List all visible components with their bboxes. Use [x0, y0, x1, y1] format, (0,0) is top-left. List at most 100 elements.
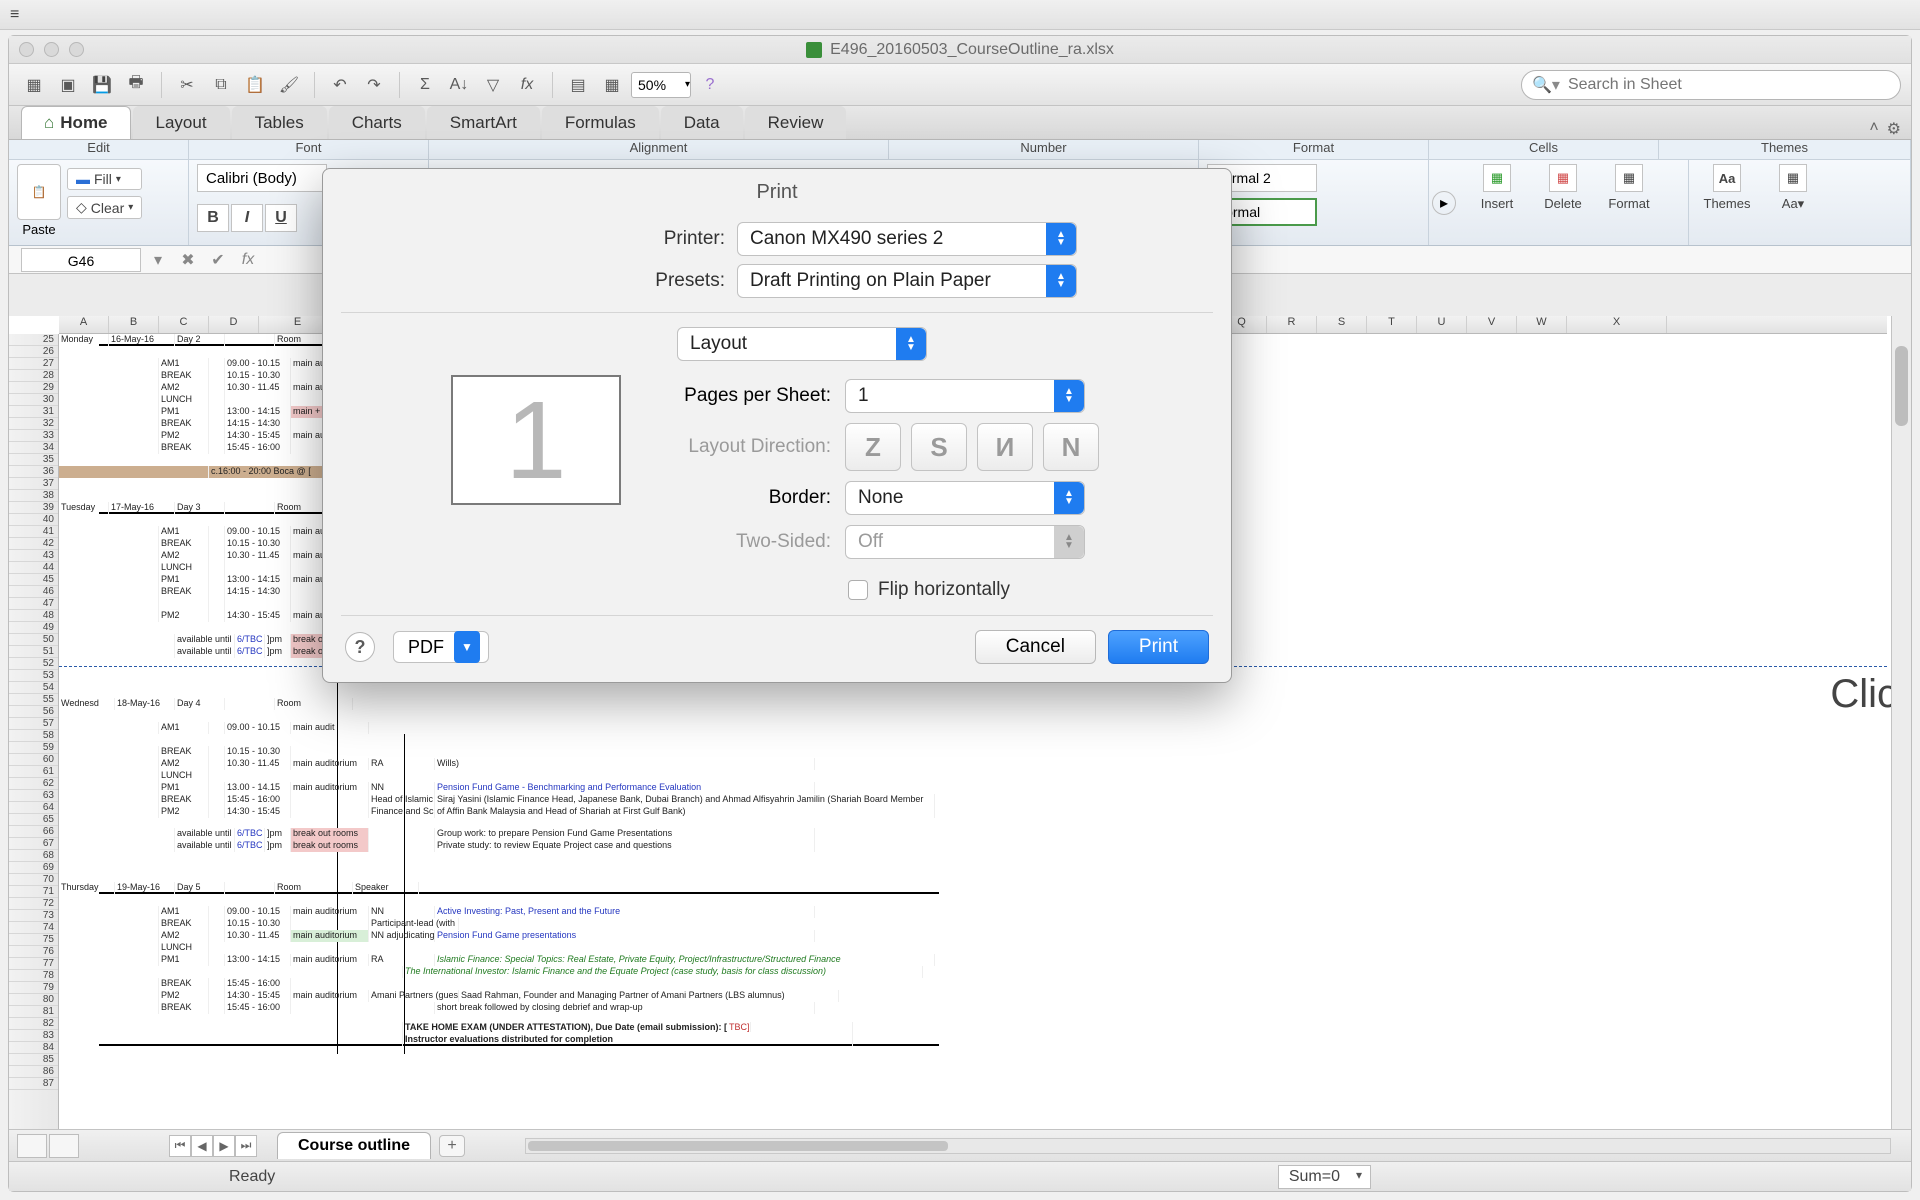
printer-label: Printer:	[477, 228, 737, 250]
paste-label: Paste	[22, 222, 55, 237]
copy-button[interactable]: ⧉	[206, 70, 236, 100]
watermark-text: Clic	[1830, 672, 1897, 717]
zoom-select[interactable]: 50%▾	[631, 72, 691, 98]
show-hide-button[interactable]: ▤	[563, 70, 593, 100]
window-controls[interactable]	[19, 42, 84, 57]
delete-cells-button[interactable]: ▦Delete	[1533, 164, 1593, 211]
italic-button[interactable]: I	[231, 204, 263, 232]
insert-cells-button[interactable]: ▦Insert	[1467, 164, 1527, 211]
theme-colors-button[interactable]: ▦Aa▾	[1763, 164, 1823, 212]
status-bar: Ready Sum=0	[9, 1161, 1911, 1191]
fill-button[interactable]: ▬Fill▾	[67, 168, 142, 190]
flip-horizontally-label: Flip horizontally	[878, 579, 1010, 601]
sheet-tab-active[interactable]: Course outline	[277, 1132, 431, 1159]
tab-smartart[interactable]: SmartArt	[427, 106, 540, 139]
add-sheet-button[interactable]: +	[439, 1135, 465, 1157]
fx-button[interactable]: fx	[512, 70, 542, 100]
sheet-search[interactable]: 🔍▾	[1521, 70, 1901, 100]
normal-view-button[interactable]	[17, 1134, 47, 1158]
print-section-select[interactable]: Layout▲▼	[677, 327, 927, 361]
page-layout-view-button[interactable]	[49, 1134, 79, 1158]
accept-formula-icon[interactable]: ✔	[205, 248, 231, 272]
quick-access-toolbar: ▦ ▣ 💾 🖶 ✂ ⧉ 📋 🖌 ↶ ↷ Σ A↓ ▽ fx ▤ ▦ 50%▾ ?…	[9, 64, 1911, 106]
cut-button[interactable]: ✂	[172, 70, 202, 100]
font-name-select[interactable]: Calibri (Body)	[197, 164, 327, 192]
last-sheet-button[interactable]: ⏭	[235, 1135, 257, 1157]
sheet-tab-bar: ⏮ ◀ ▶ ⏭ Course outline +	[9, 1129, 1911, 1161]
fx-icon[interactable]: fx	[235, 248, 261, 272]
tab-charts[interactable]: Charts	[329, 106, 425, 139]
open-button[interactable]: ▣	[53, 70, 83, 100]
printer-select[interactable]: Canon MX490 series 2▲▼	[737, 222, 1077, 256]
sort-button[interactable]: A↓	[444, 70, 474, 100]
tab-tables[interactable]: Tables	[232, 106, 327, 139]
ribbon-collapse-icon[interactable]: ˄	[1869, 119, 1878, 139]
pages-per-sheet-select[interactable]: 1▲▼	[845, 379, 1085, 413]
print-dialog: Print Printer: Canon MX490 series 2▲▼ Pr…	[322, 168, 1232, 683]
layout-dir-tb-rl-button[interactable]: N	[1043, 423, 1099, 471]
layout-dir-tb-lr-button[interactable]: И	[977, 423, 1033, 471]
vertical-scrollbar[interactable]	[1891, 316, 1911, 1129]
presets-select[interactable]: Draft Printing on Plain Paper▲▼	[737, 264, 1077, 298]
next-sheet-button[interactable]: ▶	[213, 1135, 235, 1157]
paste-button[interactable]: 📋	[240, 70, 270, 100]
flip-horizontally-checkbox[interactable]	[848, 580, 868, 600]
pdf-dropdown[interactable]: PDF▼	[393, 631, 489, 663]
status-sum[interactable]: Sum=0	[1278, 1165, 1371, 1189]
redo-button[interactable]: ↷	[359, 70, 389, 100]
autosum-button[interactable]: Σ	[410, 70, 440, 100]
filter-button[interactable]: ▽	[478, 70, 508, 100]
help-button[interactable]: ?	[345, 632, 375, 662]
sheet-search-input[interactable]	[1568, 76, 1890, 94]
clear-button[interactable]: ◇Clear▾	[67, 196, 142, 219]
name-box[interactable]: G46	[21, 248, 141, 272]
tab-layout[interactable]: Layout	[133, 106, 230, 139]
mac-menubar: Excel File Edit View Insert Format Tools…	[0, 0, 1920, 30]
layout-dir-lr-tb-button[interactable]: Z	[845, 423, 901, 471]
format-cells-button[interactable]: ▦Format	[1599, 164, 1659, 211]
layout-direction-label: Layout Direction:	[645, 436, 845, 458]
underline-button[interactable]: U	[265, 204, 297, 232]
print-preview: 1	[451, 375, 621, 505]
save-button[interactable]: 💾	[87, 70, 117, 100]
home-icon: ⌂	[44, 113, 54, 132]
group-button[interactable]: ▦	[597, 70, 627, 100]
window-title: E496_20160503_CourseOutline_ra.xlsx	[830, 41, 1114, 59]
ribbon-tabs: ⌂Home Layout Tables Charts SmartArt Form…	[9, 106, 1911, 140]
bold-button[interactable]: B	[197, 204, 229, 232]
tab-formulas[interactable]: Formulas	[542, 106, 659, 139]
first-sheet-button[interactable]: ⏮	[169, 1135, 191, 1157]
tab-review[interactable]: Review	[745, 106, 847, 139]
pages-per-sheet-label: Pages per Sheet:	[645, 385, 845, 407]
prev-sheet-button[interactable]: ◀	[191, 1135, 213, 1157]
row-headers[interactable]: 2526272829303132333435363738394041424344…	[9, 334, 59, 1129]
paste-big-button[interactable]: 📋	[17, 164, 61, 220]
dialog-title: Print	[323, 169, 1231, 214]
chevron-updown-icon: ▲▼	[1046, 265, 1076, 297]
search-icon: 🔍▾	[1532, 75, 1560, 95]
window-titlebar: E496_20160503_CourseOutline_ra.xlsx	[9, 36, 1911, 64]
notifications-icon[interactable]: ≡	[0, 0, 1920, 29]
excel-file-icon	[806, 42, 822, 58]
tab-data[interactable]: Data	[661, 106, 743, 139]
cancel-formula-icon[interactable]: ✖	[175, 248, 201, 272]
format-painter-button[interactable]: 🖌	[274, 70, 304, 100]
border-select[interactable]: None▲▼	[845, 481, 1085, 515]
print-button[interactable]: Print	[1108, 630, 1209, 664]
cancel-button[interactable]: Cancel	[975, 630, 1096, 664]
name-box-dropdown-icon[interactable]: ▾	[145, 248, 171, 272]
themes-button[interactable]: AaThemes	[1697, 164, 1757, 211]
ribbon-settings-icon[interactable]: ⚙	[1887, 119, 1901, 139]
new-button[interactable]: ▦	[19, 70, 49, 100]
horizontal-scrollbar[interactable]	[525, 1138, 1891, 1154]
help-button[interactable]: ?	[695, 70, 725, 100]
tab-home[interactable]: ⌂Home	[21, 106, 131, 139]
two-sided-label: Two-Sided:	[645, 531, 845, 553]
layout-dir-rl-tb-button[interactable]: S	[911, 423, 967, 471]
two-sided-select: Off▲▼	[845, 525, 1085, 559]
chevron-down-icon: ▼	[454, 631, 480, 663]
undo-button[interactable]: ↶	[325, 70, 355, 100]
styles-expand-icon[interactable]: ▸	[1432, 191, 1456, 215]
border-label: Border:	[645, 487, 845, 509]
print-button[interactable]: 🖶	[121, 70, 151, 100]
